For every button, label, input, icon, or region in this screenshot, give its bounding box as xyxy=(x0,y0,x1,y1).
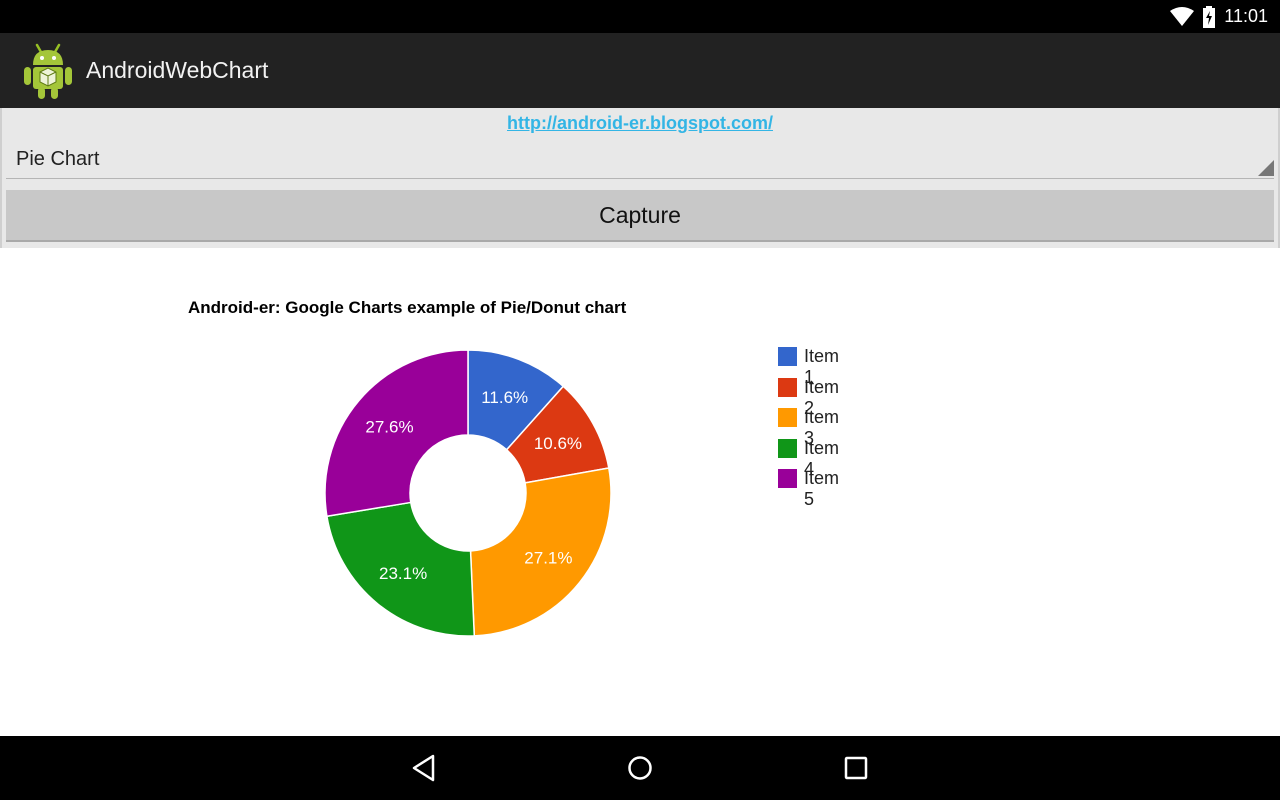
legend-swatch xyxy=(778,438,797,458)
status-icons: 11:01 xyxy=(1170,0,1268,33)
donut-chart: 11.6% 10.6% 27.1% 23.1% 27.6% xyxy=(324,349,612,637)
recents-icon[interactable] xyxy=(838,750,874,786)
chart-webview: Android-er: Google Charts example of Pie… xyxy=(0,248,1280,736)
capture-button[interactable]: Capture xyxy=(6,190,1274,242)
battery-charging-icon xyxy=(1203,5,1216,28)
slice-label: 10.6% xyxy=(534,434,582,453)
legend-swatch xyxy=(778,408,797,428)
slice-label: 11.6% xyxy=(481,388,528,407)
navigation-bar xyxy=(0,736,1280,800)
wifi-icon xyxy=(1170,6,1195,26)
dropdown-caret-icon xyxy=(1258,160,1274,176)
android-robot-icon xyxy=(24,43,72,99)
back-icon[interactable] xyxy=(406,750,442,786)
legend-swatch xyxy=(778,469,797,489)
controls-panel: http://android-er.blogspot.com/ Pie Char… xyxy=(0,108,1280,248)
spinner-value: Pie Chart xyxy=(16,148,100,170)
chart-type-spinner[interactable]: Pie Chart xyxy=(6,144,1274,179)
status-bar: 11:01 xyxy=(0,0,1280,33)
app-title: AndroidWebChart xyxy=(86,57,269,83)
legend-swatch xyxy=(778,347,797,366)
blog-link[interactable]: http://android-er.blogspot.com/ xyxy=(0,113,1280,134)
legend-label: Item 5 xyxy=(804,468,840,510)
status-time: 11:01 xyxy=(1224,6,1268,26)
action-bar: AndroidWebChart xyxy=(0,33,1280,108)
legend-swatch xyxy=(778,377,797,397)
slice-label: 27.6% xyxy=(365,417,413,436)
home-icon[interactable] xyxy=(622,750,658,786)
slice-label: 27.1% xyxy=(524,548,572,567)
slice-label: 23.1% xyxy=(379,564,427,583)
